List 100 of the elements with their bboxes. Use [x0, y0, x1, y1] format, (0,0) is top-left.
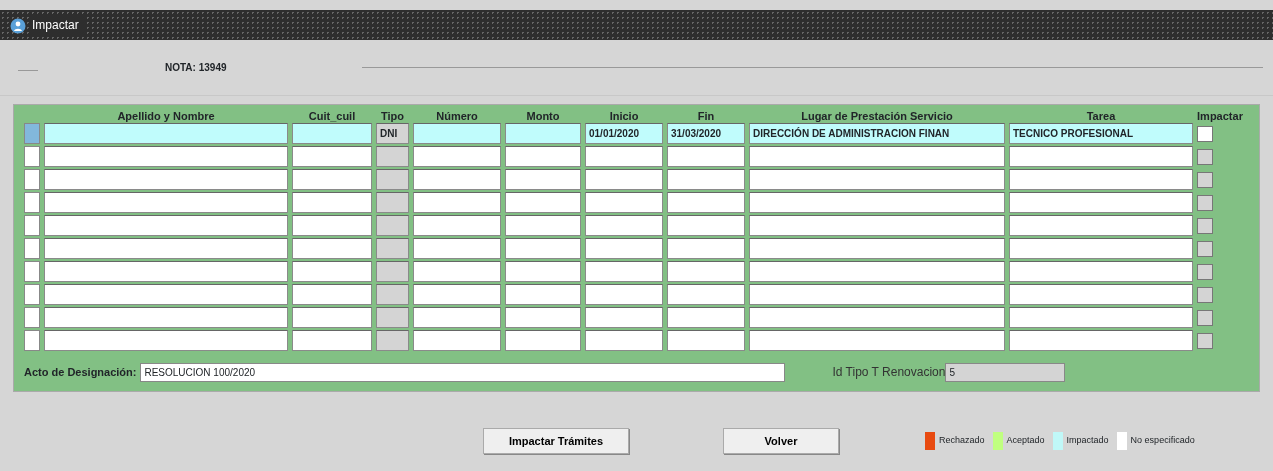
table-cell[interactable]: [413, 169, 501, 190]
table-cell[interactable]: [505, 284, 581, 305]
table-cell[interactable]: [292, 123, 372, 144]
table-cell[interactable]: [585, 169, 663, 190]
table-cell[interactable]: [667, 215, 745, 236]
table-cell[interactable]: [413, 261, 501, 282]
table-cell[interactable]: [1009, 192, 1193, 213]
app-icon: [10, 16, 26, 34]
table-cell[interactable]: [749, 215, 1005, 236]
impactar-button[interactable]: Impactar Trámites: [483, 428, 629, 454]
table-cell[interactable]: [292, 330, 372, 351]
table-cell[interactable]: [749, 238, 1005, 259]
table-cell[interactable]: [505, 192, 581, 213]
table-cell[interactable]: [749, 169, 1005, 190]
table-cell[interactable]: [292, 261, 372, 282]
table-cell[interactable]: [585, 284, 663, 305]
table-cell[interactable]: [585, 215, 663, 236]
table-cell[interactable]: [749, 261, 1005, 282]
table-cell[interactable]: DNI: [376, 123, 409, 144]
table-cell[interactable]: [585, 330, 663, 351]
table-cell[interactable]: [44, 307, 288, 328]
table-cell[interactable]: [667, 169, 745, 190]
input-field[interactable]: RESOLUCION 100/2020: [140, 362, 786, 382]
table-cell[interactable]: [376, 146, 409, 167]
table-cell[interactable]: [505, 330, 581, 351]
table-cell[interactable]: [376, 192, 409, 213]
table-cell[interactable]: [413, 215, 501, 236]
table-cell[interactable]: [505, 169, 581, 190]
table-cell[interactable]: [292, 192, 372, 213]
table-cell[interactable]: [667, 330, 745, 351]
table-cell[interactable]: [376, 330, 409, 351]
table-cell[interactable]: [585, 146, 663, 167]
table-cell[interactable]: [667, 192, 745, 213]
table-cell[interactable]: [292, 146, 372, 167]
table-cell[interactable]: [376, 215, 409, 236]
table-cell[interactable]: [292, 307, 372, 328]
table-cell[interactable]: [585, 307, 663, 328]
table-cell[interactable]: [376, 169, 409, 190]
table-cell[interactable]: [413, 123, 501, 144]
table-cell[interactable]: [749, 284, 1005, 305]
table-cell[interactable]: [44, 284, 288, 305]
table-cell[interactable]: [413, 330, 501, 351]
table-cell[interactable]: [44, 169, 288, 190]
table-cell[interactable]: [585, 192, 663, 213]
table-cell[interactable]: [749, 146, 1005, 167]
table-cell[interactable]: [505, 261, 581, 282]
table-cell[interactable]: TECNICO PROFESIONAL: [1009, 123, 1193, 144]
table-cell[interactable]: [44, 146, 288, 167]
table-cell[interactable]: [1009, 169, 1193, 190]
table-cell[interactable]: [505, 146, 581, 167]
table-cell[interactable]: [376, 261, 409, 282]
legend-label: Aceptado: [1006, 434, 1045, 448]
table-cell[interactable]: [749, 330, 1005, 351]
checkbox[interactable]: [1197, 125, 1213, 142]
table-cell[interactable]: [1009, 261, 1193, 282]
table-cell[interactable]: [376, 284, 409, 305]
table-cell[interactable]: [292, 169, 372, 190]
table-cell[interactable]: [1009, 238, 1193, 259]
table-cell[interactable]: [44, 330, 288, 351]
table-cell[interactable]: 01/01/2020: [585, 123, 663, 144]
table-cell[interactable]: [1009, 215, 1193, 236]
table-cell[interactable]: [1009, 284, 1193, 305]
table-cell[interactable]: [413, 192, 501, 213]
table-cell[interactable]: [667, 307, 745, 328]
table-cell[interactable]: [413, 238, 501, 259]
table-cell[interactable]: [292, 284, 372, 305]
table-cell[interactable]: [667, 284, 745, 305]
table-cell[interactable]: [1009, 307, 1193, 328]
column-header: Apellido y Nombre: [116, 109, 216, 123]
table-cell[interactable]: [292, 238, 372, 259]
table-cell[interactable]: [505, 215, 581, 236]
table-cell[interactable]: [44, 192, 288, 213]
table-cell[interactable]: [1009, 330, 1193, 351]
table-cell[interactable]: [585, 238, 663, 259]
table-cell[interactable]: [667, 238, 745, 259]
table-cell[interactable]: [44, 261, 288, 282]
table-cell[interactable]: [585, 261, 663, 282]
table-cell[interactable]: [413, 284, 501, 305]
table-cell[interactable]: [505, 123, 581, 144]
table-cell[interactable]: [292, 215, 372, 236]
table-cell[interactable]: [376, 238, 409, 259]
table-cell[interactable]: [44, 215, 288, 236]
table-cell[interactable]: [667, 261, 745, 282]
input-field[interactable]: 5: [945, 362, 1066, 382]
table-cell[interactable]: [1009, 146, 1193, 167]
table-cell[interactable]: [413, 307, 501, 328]
column-header: Monto: [525, 109, 561, 123]
legend-label: Impactado: [1066, 434, 1109, 448]
table-cell[interactable]: [413, 146, 501, 167]
table-cell[interactable]: [376, 307, 409, 328]
table-cell[interactable]: 31/03/2020: [667, 123, 745, 144]
table-cell[interactable]: DIRECCIÓN DE ADMINISTRACION FINAN: [749, 123, 1005, 144]
table-cell[interactable]: [667, 146, 745, 167]
table-cell[interactable]: [505, 238, 581, 259]
table-cell[interactable]: [749, 192, 1005, 213]
table-cell[interactable]: [44, 238, 288, 259]
table-cell[interactable]: [505, 307, 581, 328]
volver-button[interactable]: Volver: [723, 428, 839, 454]
table-cell[interactable]: [749, 307, 1005, 328]
table-cell[interactable]: [44, 123, 288, 144]
